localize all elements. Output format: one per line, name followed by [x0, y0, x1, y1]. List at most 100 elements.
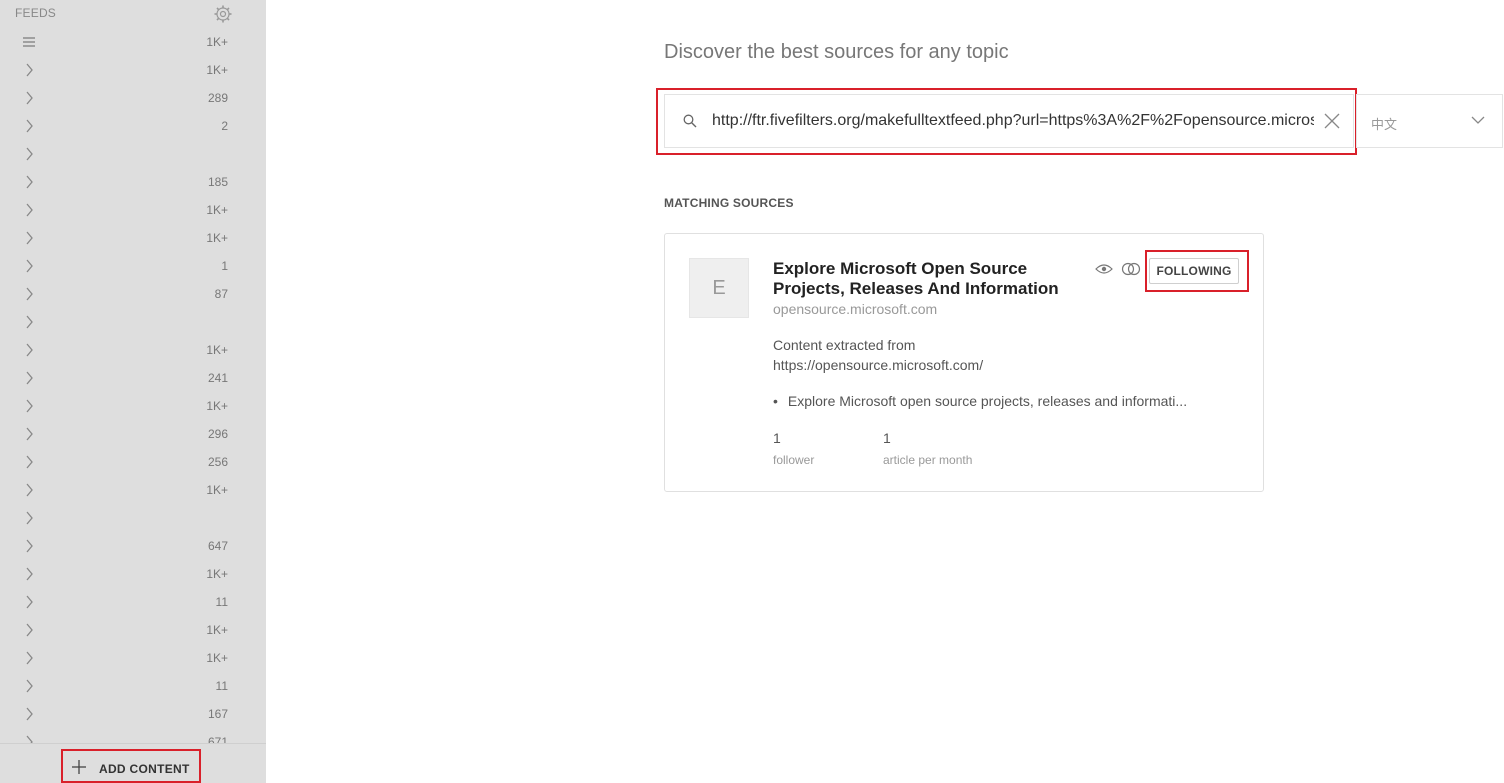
chevron-right-icon — [26, 483, 33, 497]
feed-unread-count: 296 — [207, 427, 228, 441]
feed-unread-count: 1K+ — [206, 651, 228, 665]
feed-unread-count: 1K+ — [206, 343, 228, 357]
chevron-right-icon — [26, 119, 33, 133]
sidebar-feed-item[interactable] — [0, 504, 266, 532]
sidebar-header: FEEDS — [0, 0, 266, 28]
chevron-right-icon — [26, 175, 33, 189]
sidebar-feed-item[interactable]: 296 — [0, 420, 266, 448]
compare-rings-icon[interactable] — [1121, 262, 1141, 276]
add-content-label: ADD CONTENT — [99, 762, 190, 776]
sidebar-feed-item[interactable]: 1K+ — [0, 336, 266, 364]
sidebar-footer: ADD CONTENT — [0, 743, 266, 783]
chevron-right-icon — [26, 63, 33, 77]
chevron-right-icon — [26, 231, 33, 245]
source-card: E Explore Microsoft Open Source Projects… — [664, 233, 1264, 492]
feed-unread-count: 241 — [207, 371, 228, 385]
feed-unread-count: 167 — [207, 707, 228, 721]
chevron-right-icon — [26, 203, 33, 217]
plus-icon — [72, 760, 86, 774]
chevron-right-icon — [26, 623, 33, 637]
articles-label: article per month — [883, 453, 973, 467]
sidebar-feed-item[interactable]: 1K+ — [0, 392, 266, 420]
sidebar-feed-item[interactable]: 647 — [0, 532, 266, 560]
feed-list: 1K+ 1K+ 289 2 185 1K+ 1K+ 1 87 1K+ 241 1K+ 296 256 1K+… — [0, 28, 266, 756]
sidebar-feed-item[interactable]: 185 — [0, 168, 266, 196]
feed-unread-count: 1K+ — [206, 231, 228, 245]
language-select[interactable]: 中文 — [1356, 94, 1503, 148]
chevron-right-icon — [26, 287, 33, 301]
sidebar-feed-item[interactable]: 1K+ — [0, 560, 266, 588]
feed-unread-count: 1 — [221, 259, 228, 273]
followers-count: 1 — [773, 430, 781, 446]
sidebar-feed-item[interactable]: 1K+ — [0, 644, 266, 672]
sidebar-feed-item[interactable]: 1K+ — [0, 476, 266, 504]
sidebar-feed-item[interactable]: 1K+ — [0, 196, 266, 224]
menu-icon — [23, 37, 35, 47]
chevron-right-icon — [26, 707, 33, 721]
source-bullet-item: • Explore Microsoft open source projects,… — [773, 393, 1233, 409]
chevron-right-icon — [26, 595, 33, 609]
chevron-right-icon — [26, 91, 33, 105]
feed-unread-count: 256 — [207, 455, 228, 469]
articles-stat: 1 article per month — [883, 430, 972, 467]
sidebar-feed-item[interactable]: 87 — [0, 280, 266, 308]
chevron-right-icon — [26, 511, 33, 525]
sidebar-feed-item[interactable]: 2 — [0, 112, 266, 140]
followers-label: follower — [773, 453, 815, 467]
sidebar-feed-item[interactable]: 241 — [0, 364, 266, 392]
chevron-right-icon — [26, 343, 33, 357]
chevron-right-icon — [26, 651, 33, 665]
feed-unread-count: 11 — [215, 595, 228, 609]
source-title[interactable]: Explore Microsoft Open Source Projects, … — [773, 259, 1073, 299]
feed-unread-count: 289 — [207, 91, 228, 105]
sidebar-feed-item[interactable] — [0, 140, 266, 168]
source-bullet-text: Explore Microsoft open source projects, … — [787, 393, 1188, 409]
followers-stat: 1 follower — [773, 430, 814, 467]
sidebar-feed-item[interactable]: 1 — [0, 252, 266, 280]
language-value: 中文 — [1371, 117, 1398, 132]
feed-unread-count: 1K+ — [206, 63, 228, 77]
bullet-dot: • — [773, 393, 778, 409]
sidebar-feed-item[interactable]: 11 — [0, 672, 266, 700]
page-headline: Discover the best sources for any topic — [664, 41, 1009, 63]
sidebar-feed-item[interactable]: 167 — [0, 700, 266, 728]
chevron-right-icon — [26, 259, 33, 273]
gear-icon[interactable] — [213, 4, 233, 24]
feed-unread-count: 1K+ — [206, 623, 228, 637]
chevron-down-icon — [1471, 116, 1485, 124]
chevron-right-icon — [26, 539, 33, 553]
feed-unread-count: 647 — [207, 539, 228, 553]
feed-unread-count: 2 — [221, 119, 228, 133]
sidebar-feed-item[interactable] — [0, 308, 266, 336]
add-content-button[interactable]: ADD CONTENT — [61, 749, 201, 783]
source-avatar: E — [689, 258, 749, 318]
chevron-right-icon — [26, 315, 33, 329]
search-highlight-box — [656, 88, 1357, 155]
eye-icon[interactable] — [1095, 262, 1113, 276]
feed-unread-count: 1K+ — [206, 35, 228, 49]
articles-count: 1 — [883, 430, 891, 446]
chevron-right-icon — [26, 455, 33, 469]
chevron-right-icon — [26, 399, 33, 413]
chevron-right-icon — [26, 147, 33, 161]
feed-unread-count: 1K+ — [206, 203, 228, 217]
sidebar-feed-item[interactable]: 289 — [0, 84, 266, 112]
chevron-right-icon — [26, 427, 33, 441]
sidebar-feed-item[interactable]: 1K+ — [0, 56, 266, 84]
feeds-label: FEEDS — [15, 6, 57, 20]
sidebar-feed-item[interactable]: 11 — [0, 588, 266, 616]
sidebar-feed-item[interactable]: 256 — [0, 448, 266, 476]
chevron-right-icon — [26, 679, 33, 693]
feed-unread-count: 185 — [207, 175, 228, 189]
sidebar-feed-item[interactable]: 1K+ — [0, 224, 266, 252]
sidebar-feed-item[interactable]: 1K+ — [0, 616, 266, 644]
feed-unread-count: 1K+ — [206, 483, 228, 497]
chevron-right-icon — [26, 371, 33, 385]
sidebar-feed-item[interactable]: 1K+ — [0, 28, 266, 56]
following-highlight-box — [1145, 250, 1249, 292]
source-domain: opensource.microsoft.com — [773, 301, 938, 317]
matching-sources-title: MATCHING SOURCES — [664, 196, 794, 210]
source-description: Content extracted from https://opensourc… — [773, 337, 984, 373]
sidebar: FEEDS 1K+ 1K+ 289 2 185 1K+ 1K+ 1 87 1K+ 241 1K+ 296… — [0, 0, 266, 783]
feed-unread-count: 87 — [214, 287, 228, 301]
